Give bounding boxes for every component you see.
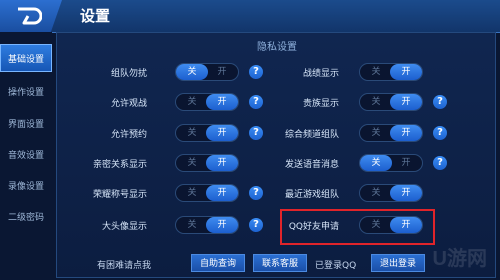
toggle-on-option[interactable]: 开 bbox=[390, 64, 422, 80]
toggle-on-option[interactable]: 开 bbox=[206, 94, 238, 110]
setting-label: 贵族显示 bbox=[302, 99, 339, 109]
setting-label: 亲密关系显示 bbox=[92, 160, 147, 170]
contact-support-button[interactable]: 联系客服 bbox=[253, 254, 307, 272]
help-icon[interactable]: ? bbox=[433, 95, 447, 109]
back-button[interactable] bbox=[0, 0, 62, 32]
toggle-on-option[interactable]: 开 bbox=[390, 94, 422, 110]
sidebar-item-interface[interactable]: 界面设置 bbox=[0, 109, 52, 137]
setting-label: 允许预约 bbox=[110, 130, 147, 140]
toggle-off-option[interactable]: 关 bbox=[360, 94, 392, 110]
toggle-off-option[interactable]: 关 bbox=[176, 64, 208, 80]
sidebar-item-controls[interactable]: 操作设置 bbox=[0, 77, 52, 105]
highlight-box bbox=[280, 209, 435, 245]
top-bar: 设置 bbox=[0, 0, 500, 33]
toggle-on-option[interactable]: 开 bbox=[390, 155, 422, 171]
watermark: U游网 bbox=[432, 248, 487, 270]
setting-toggle[interactable]: 关开 bbox=[359, 93, 423, 111]
setting-toggle[interactable]: 关开 bbox=[175, 154, 239, 172]
login-status: 已登录QQ bbox=[315, 261, 357, 271]
setting-label: 组队勿扰 bbox=[110, 69, 147, 79]
setting-label: 战绩显示 bbox=[302, 69, 339, 79]
setting-toggle[interactable]: 关开 bbox=[175, 216, 239, 234]
setting-label: 大头像显示 bbox=[101, 222, 147, 232]
setting-toggle[interactable]: 关开 bbox=[359, 63, 423, 81]
toggle-on-option[interactable]: 开 bbox=[390, 185, 422, 201]
sidebar: 基础设置 操作设置 界面设置 音效设置 录像设置 二级密码 bbox=[0, 32, 52, 280]
privacy-panel: 隐私设置 组队勿扰关开? 允许观战关开? 允许预约关开? 亲密关系显示关开荣耀称号显示… bbox=[56, 32, 496, 278]
toggle-off-option[interactable]: 关 bbox=[360, 125, 392, 141]
setting-toggle[interactable]: 关开 bbox=[175, 93, 239, 111]
sidebar-item-sound[interactable]: 音效设置 bbox=[0, 140, 52, 168]
back-arrow-icon bbox=[18, 7, 42, 25]
section-title: 隐私设置 bbox=[257, 42, 297, 53]
help-prompt-text: 有困难请点我 bbox=[97, 261, 152, 271]
setting-label: 允许观战 bbox=[110, 99, 147, 109]
help-icon[interactable]: ? bbox=[433, 156, 447, 170]
sidebar-item-basic[interactable]: 基础设置 bbox=[0, 44, 52, 72]
setting-label: 最近游戏组队 bbox=[284, 190, 339, 200]
toggle-off-option[interactable]: 关 bbox=[176, 94, 208, 110]
setting-toggle[interactable]: 关开 bbox=[359, 184, 423, 202]
setting-toggle[interactable]: 关开 bbox=[175, 184, 239, 202]
toggle-off-option[interactable]: 关 bbox=[360, 155, 392, 171]
sidebar-item-password[interactable]: 二级密码 bbox=[0, 202, 52, 230]
toggle-off-option[interactable]: 关 bbox=[360, 64, 392, 80]
setting-label: 荣耀称号显示 bbox=[92, 190, 147, 200]
toggle-on-option[interactable]: 开 bbox=[390, 125, 422, 141]
setting-toggle[interactable]: 关开 bbox=[175, 63, 239, 81]
help-icon[interactable]: ? bbox=[433, 126, 447, 140]
self-service-button[interactable]: 自助查询 bbox=[191, 254, 245, 272]
page-title: 设置 bbox=[80, 8, 111, 25]
toggle-on-option[interactable]: 开 bbox=[206, 217, 238, 233]
toggle-on-option[interactable]: 开 bbox=[206, 125, 238, 141]
toggle-off-option[interactable]: 关 bbox=[360, 185, 392, 201]
toggle-on-option[interactable]: 开 bbox=[206, 64, 238, 80]
toggle-on-option[interactable]: 开 bbox=[206, 185, 238, 201]
setting-toggle[interactable]: 关开 bbox=[359, 124, 423, 142]
setting-toggle[interactable]: 关开 bbox=[175, 124, 239, 142]
toggle-off-option[interactable]: 关 bbox=[176, 217, 208, 233]
setting-label: 发送语音消息 bbox=[284, 160, 339, 170]
toggle-off-option[interactable]: 关 bbox=[176, 155, 208, 171]
setting-label: 综合频道组队 bbox=[284, 130, 339, 140]
toggle-off-option[interactable]: 关 bbox=[176, 185, 208, 201]
toggle-off-option[interactable]: 关 bbox=[176, 125, 208, 141]
logout-button[interactable]: 退出登录 bbox=[371, 254, 425, 272]
toggle-on-option[interactable]: 开 bbox=[206, 155, 238, 171]
setting-toggle[interactable]: 关开 bbox=[359, 154, 423, 172]
sidebar-item-replay[interactable]: 录像设置 bbox=[0, 171, 52, 199]
